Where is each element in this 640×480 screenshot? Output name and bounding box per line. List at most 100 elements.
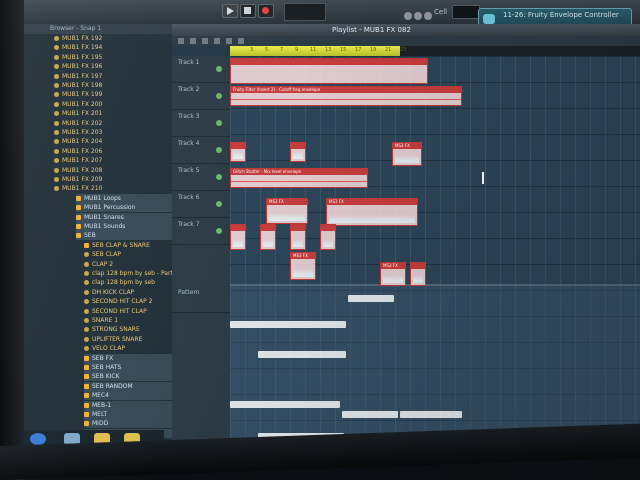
playlist-clip[interactable]: MS3 FX	[266, 198, 308, 224]
waveform-icon	[293, 239, 303, 247]
track-mute-icon[interactable]	[216, 93, 222, 99]
track-header[interactable]: Track 7	[172, 218, 230, 245]
browser-item-label: SEB	[84, 232, 96, 240]
track-header[interactable]: Track 4	[172, 137, 230, 164]
playlist-clip[interactable]: MS3 FX	[326, 198, 418, 226]
browser-item-label: SECOND HIT CLAP	[92, 307, 147, 315]
audio-file-icon	[54, 158, 59, 164]
audio-file-icon	[84, 271, 89, 276]
playlist-clip[interactable]	[290, 224, 306, 250]
ruler-tick-label: 21	[385, 47, 392, 53]
clip-header: Fruity Filter (Insert 2) - Cutoff freq e…	[231, 87, 461, 93]
playlist-window: Playlist - MUB1 FX 082 3 5 7 9 11 13 15 17 19 21 2…	[172, 24, 640, 450]
playlist-clip[interactable]	[230, 224, 246, 250]
browser-item-label: MUB1 Loops	[84, 194, 121, 202]
audio-file-icon	[54, 130, 59, 135]
audio-file-icon	[54, 111, 59, 117]
knob-icon[interactable]	[404, 12, 412, 20]
pattern-block[interactable]	[348, 295, 394, 302]
browser-item-label: MUB1 FX 197	[62, 72, 103, 80]
mute-icon[interactable]	[238, 38, 244, 44]
play-button[interactable]	[222, 4, 238, 18]
pattern-block[interactable]	[230, 401, 340, 408]
stop-button[interactable]	[240, 4, 256, 18]
track-name: Track 6	[178, 194, 200, 201]
playlist-clip[interactable]	[260, 224, 276, 250]
pattern-block[interactable]	[400, 411, 462, 418]
track-mute-icon[interactable]	[216, 201, 222, 207]
clip-header: Glitch Stutter - Mix level envelope	[231, 169, 367, 175]
track-headers: Track 1 Track 2 Track 3 Track 4 Track 5 Track…	[172, 56, 230, 450]
clip-header: MS3 FX	[393, 143, 421, 149]
record-button[interactable]	[258, 4, 274, 18]
track-header[interactable]: Track 6	[172, 191, 230, 218]
audio-file-icon	[54, 139, 59, 145]
folder-icon	[84, 402, 89, 408]
zoom-icon[interactable]	[190, 38, 196, 44]
browser-item-label: SEB RANDOM	[92, 382, 133, 390]
browser-item-label: clap 128 bpm by seb	[92, 279, 155, 287]
folder-icon	[76, 214, 81, 220]
plugin-icon	[483, 14, 495, 24]
pencil-icon[interactable]	[202, 38, 208, 44]
folder-icon	[76, 224, 81, 229]
browser-item-label: MUB1 FX 204	[62, 138, 103, 146]
folder-icon	[84, 393, 89, 399]
tempo-display[interactable]	[284, 3, 326, 21]
browser-item-label: SNARE 1	[92, 317, 119, 324]
clip-header	[231, 143, 245, 149]
waveform-icon	[383, 275, 403, 283]
waveform-icon	[323, 239, 333, 247]
audio-file-icon	[54, 45, 59, 51]
track-header[interactable]: Track 1	[172, 56, 230, 83]
audio-file-icon	[54, 177, 59, 182]
bezel-left-edge	[0, 0, 24, 480]
pattern-block[interactable]	[342, 411, 398, 418]
browser-item-label: MUB1 Snares	[84, 213, 124, 221]
ruler-tick-label: 3	[250, 47, 254, 53]
delete-icon[interactable]	[226, 38, 232, 44]
folder-icon	[84, 365, 89, 370]
playlist-clip[interactable]: Glitch Stutter - Mix level envelope	[230, 168, 368, 188]
track-mute-icon[interactable]	[216, 147, 222, 153]
playlist-clip[interactable]	[230, 58, 428, 84]
track-header[interactable]: Track 5	[172, 164, 230, 191]
playlist-clip[interactable]: MS3 FX	[290, 252, 316, 280]
track-mute-icon[interactable]	[216, 228, 222, 234]
folder-icon	[84, 374, 89, 380]
track-mute-icon[interactable]	[216, 120, 222, 126]
start-button-icon[interactable]	[30, 433, 46, 445]
track-mute-icon[interactable]	[216, 174, 222, 180]
knob-icon[interactable]	[424, 12, 432, 20]
playlist-clip[interactable]: MS3 FX	[392, 142, 422, 166]
playlist-clip[interactable]: Fruity Filter (Insert 2) - Cutoff freq e…	[230, 86, 462, 106]
track-header[interactable]: Track 3	[172, 110, 230, 137]
browser-item-label: MUB1 FX 200	[62, 100, 103, 108]
pattern-block[interactable]	[258, 351, 346, 358]
track-header[interactable]: Track 2	[172, 83, 230, 110]
track-name: Track 5	[178, 167, 200, 174]
playlist-clip[interactable]	[290, 142, 306, 162]
audio-file-icon	[84, 261, 89, 267]
snap-icon[interactable]	[178, 38, 184, 44]
paint-icon[interactable]	[214, 38, 220, 44]
knob-icon[interactable]	[414, 12, 422, 20]
clip-header	[231, 225, 245, 231]
cell-display[interactable]	[452, 5, 480, 19]
clip-header: MS3 FX	[267, 199, 307, 205]
timeline-ruler[interactable]: 3 5 7 9 11 13 15 17 19 21 23	[230, 46, 640, 56]
folder-icon	[84, 421, 89, 427]
playlist-clip[interactable]: MS3 FX	[380, 262, 406, 286]
playlist-clip[interactable]	[410, 262, 426, 286]
browser-item-label: MUB1 FX 199	[62, 91, 103, 99]
browser-item-label: SEB FX	[92, 354, 114, 362]
playlist-clip[interactable]	[230, 142, 246, 162]
pattern-label: Pattern	[178, 289, 200, 296]
audio-file-icon	[84, 280, 89, 286]
clip-header: MS3 FX	[291, 253, 315, 259]
pattern-block[interactable]	[230, 321, 346, 328]
playlist-grid[interactable]: Fruity Filter (Insert 2) - Cutoff freq e…	[230, 56, 640, 450]
track-mute-icon[interactable]	[216, 66, 222, 72]
playlist-clip[interactable]	[320, 224, 336, 250]
audio-file-icon	[84, 336, 89, 342]
